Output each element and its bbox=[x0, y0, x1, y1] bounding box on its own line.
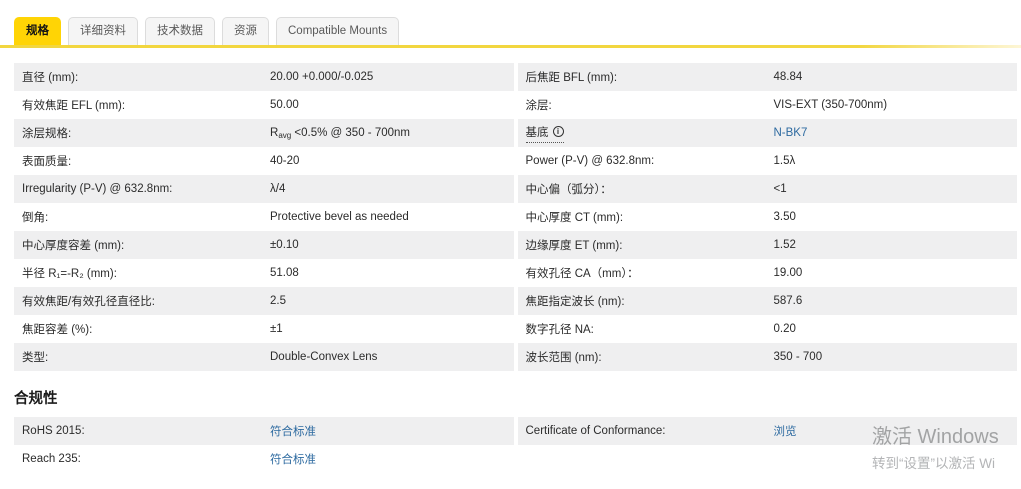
spec-value: 2.5 bbox=[270, 295, 286, 307]
spec-row-power: Power (P-V) @ 632.8nm: 1.5λ bbox=[517, 147, 1017, 175]
spec-row-diameter: 直径 (mm): 20.00 +0.000/-0.025 bbox=[14, 63, 514, 91]
spec-value: ±1 bbox=[270, 323, 283, 335]
spec-value: λ/4 bbox=[270, 183, 286, 195]
substrate-link[interactable]: N-BK7 bbox=[774, 127, 808, 139]
tab-details[interactable]: 详细资料 bbox=[68, 17, 138, 45]
spec-tables: 直径 (mm): 20.00 +0.000/-0.025 有效焦距 EFL (m… bbox=[14, 63, 1017, 371]
compliance-tables: RoHS 2015: 符合标准 Reach 235: 符合标准 Certific… bbox=[14, 417, 1017, 473]
spec-row-centering: 中心偏（弧分）： <1 bbox=[517, 175, 1017, 203]
spec-row-coating: 涂层: VIS-EXT (350-700nm) bbox=[517, 91, 1017, 119]
spec-label: 直径 (mm): bbox=[22, 72, 79, 84]
spec-value: 1.52 bbox=[773, 239, 796, 251]
compliance-label: Reach 235: bbox=[22, 453, 81, 465]
windows-activation-watermark: 激活 Windows 转到“设置”以激活 Wi bbox=[872, 420, 999, 472]
spec-row-radius: 半径 R₁=-R₂ (mm): 51.08 bbox=[14, 259, 514, 287]
info-icon[interactable]: i bbox=[552, 126, 564, 137]
spec-label: 有效焦距/有效孔径直径比: bbox=[22, 296, 155, 308]
spec-value: 19.00 bbox=[773, 267, 803, 279]
spec-label: 涂层规格: bbox=[22, 128, 72, 140]
compliance-heading: 合规性 bbox=[14, 391, 58, 407]
spec-row-et: 边缘厚度 ET (mm): 1.52 bbox=[517, 231, 1017, 259]
tab-resources[interactable]: 资源 bbox=[222, 17, 269, 45]
tab-technical-data[interactable]: 技术数据 bbox=[145, 17, 215, 45]
spec-value: 3.50 bbox=[773, 211, 796, 223]
spec-row-ct-tolerance: 中心厚度容差 (mm): ±0.10 bbox=[14, 231, 514, 259]
spec-row-ct: 中心厚度 CT (mm): 3.50 bbox=[517, 203, 1017, 231]
spec-value: ±0.10 bbox=[270, 239, 299, 251]
spec-row-fl-tolerance: 焦距容差 (%): ±1 bbox=[14, 315, 514, 343]
spec-value: <1 bbox=[773, 183, 787, 195]
watermark-line2: 转到“设置”以激活 Wi bbox=[872, 456, 995, 471]
spec-row-substrate: 基底 i N-BK7 bbox=[517, 119, 1017, 147]
spec-label: 后焦距 BFL (mm): bbox=[525, 72, 618, 84]
spec-label: 焦距指定波长 (nm): bbox=[525, 296, 625, 308]
spec-label: Irregularity (P-V) @ 632.8nm: bbox=[22, 183, 173, 195]
spec-label: Power (P-V) @ 632.8nm: bbox=[525, 155, 655, 167]
spec-table-right: 后焦距 BFL (mm): 48.84 涂层: VIS-EXT (350-700… bbox=[517, 63, 1017, 371]
spec-value: 48.84 bbox=[773, 71, 803, 83]
product-spec-page: 规格 详细资料 技术数据 资源 Compatible Mounts 直径 (mm… bbox=[0, 0, 1021, 489]
spec-row-coating-spec: 涂层规格: Ravg <0.5% @ 350 - 700nm bbox=[14, 119, 514, 147]
spec-label: 数字孔径 NA: bbox=[525, 324, 594, 336]
spec-label: 基底 bbox=[525, 126, 549, 139]
spec-value: 51.08 bbox=[270, 267, 299, 279]
spec-label: 倒角: bbox=[22, 212, 49, 224]
compliance-row-reach: Reach 235: 符合标准 bbox=[14, 445, 514, 473]
spec-label: 中心厚度 CT (mm): bbox=[525, 212, 624, 224]
spec-row-ca: 有效孔径 CA（mm）： 19.00 bbox=[517, 259, 1017, 287]
spec-value: 0.20 bbox=[773, 323, 796, 335]
compliance-row-rohs: RoHS 2015: 符合标准 bbox=[14, 417, 514, 445]
spec-row-bevel: 倒角: Protective bevel as needed bbox=[14, 203, 514, 231]
spec-label: 有效孔径 CA（mm）： bbox=[525, 268, 639, 280]
spec-value: Protective bevel as needed bbox=[270, 211, 409, 223]
spec-table-left: 直径 (mm): 20.00 +0.000/-0.025 有效焦距 EFL (m… bbox=[14, 63, 514, 371]
spec-value: 50.00 bbox=[270, 99, 299, 111]
spec-value: 20.00 +0.000/-0.025 bbox=[270, 71, 374, 83]
spec-row-wavelength-range: 波长范围 (nm): 350 - 700 bbox=[517, 343, 1017, 371]
spec-value: 1.5λ bbox=[773, 155, 796, 167]
spec-row-fnumber: 有效焦距/有效孔径直径比: 2.5 bbox=[14, 287, 514, 315]
spec-label: 表面质量: bbox=[22, 156, 72, 168]
tab-specifications[interactable]: 规格 bbox=[14, 17, 61, 45]
compliance-label: RoHS 2015: bbox=[22, 425, 85, 437]
tab-underline bbox=[0, 45, 1021, 48]
compliance-label: Certificate of Conformance: bbox=[525, 425, 666, 437]
spec-row-irregularity: Irregularity (P-V) @ 632.8nm: λ/4 bbox=[14, 175, 514, 203]
certificate-view-link[interactable]: 浏览 bbox=[774, 423, 797, 439]
spec-value: VIS-EXT (350-700nm) bbox=[773, 99, 888, 111]
spec-value: 40-20 bbox=[270, 155, 300, 167]
spec-value: Double-Convex Lens bbox=[270, 351, 378, 363]
tab-bar: 规格 详细资料 技术数据 资源 Compatible Mounts bbox=[0, 17, 1021, 45]
spec-label: 波长范围 (nm): bbox=[525, 352, 602, 364]
spec-label: 类型: bbox=[22, 352, 49, 364]
watermark-line1: 激活 Windows bbox=[872, 426, 999, 448]
tab-compatible-mounts[interactable]: Compatible Mounts bbox=[276, 17, 400, 45]
reach-compliant-link[interactable]: 符合标准 bbox=[270, 451, 316, 467]
spec-row-efl: 有效焦距 EFL (mm): 50.00 bbox=[14, 91, 514, 119]
compliance-table-left: RoHS 2015: 符合标准 Reach 235: 符合标准 bbox=[14, 417, 514, 473]
rohs-compliant-link[interactable]: 符合标准 bbox=[270, 423, 316, 439]
spec-label: 中心厚度容差 (mm): bbox=[22, 240, 125, 252]
substrate-label-group[interactable]: 基底 i bbox=[525, 124, 564, 143]
spec-row-na: 数字孔径 NA: 0.20 bbox=[517, 315, 1017, 343]
spec-row-type: 类型: Double-Convex Lens bbox=[14, 343, 514, 371]
spec-value: 587.6 bbox=[773, 295, 803, 307]
spec-row-design-wavelength: 焦距指定波长 (nm): 587.6 bbox=[517, 287, 1017, 315]
spec-value: 350 - 700 bbox=[773, 351, 823, 363]
spec-label: 中心偏（弧分）： bbox=[525, 184, 612, 196]
spec-label: 有效焦距 EFL (mm): bbox=[22, 100, 126, 112]
spec-row-bfl: 后焦距 BFL (mm): 48.84 bbox=[517, 63, 1017, 91]
spec-row-surface-quality: 表面质量: 40-20 bbox=[14, 147, 514, 175]
spec-label: 焦距容差 (%): bbox=[22, 324, 93, 336]
spec-label: 边缘厚度 ET (mm): bbox=[525, 240, 623, 252]
spec-value: Ravg <0.5% @ 350 - 700nm bbox=[270, 126, 410, 140]
spec-label: 涂层: bbox=[525, 100, 552, 112]
spec-label: 半径 R₁=-R₂ (mm): bbox=[22, 268, 117, 280]
